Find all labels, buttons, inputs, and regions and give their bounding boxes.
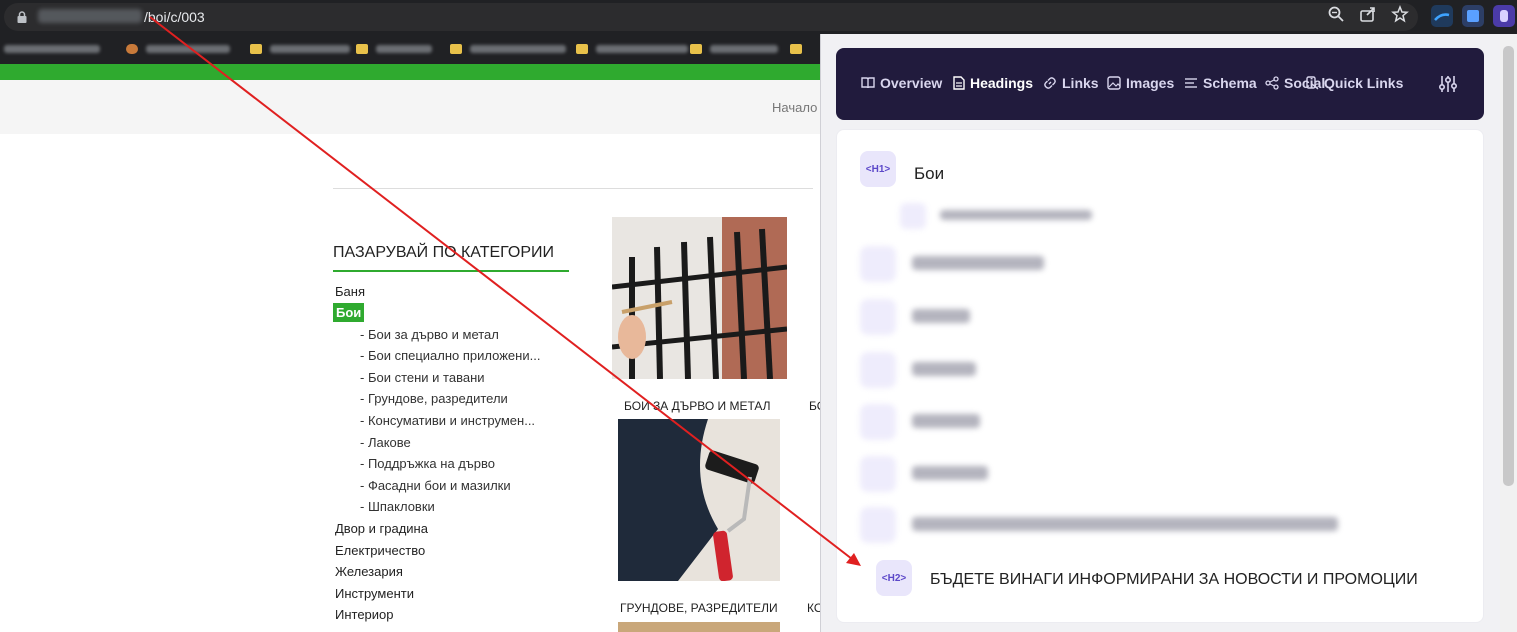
url-host-blurred xyxy=(38,9,142,23)
category-link[interactable]: Електричество xyxy=(335,543,425,558)
screen: /boi/c/003 Начало ПАЗАРУВАЙ ПО КАТЕГОРИИ… xyxy=(0,0,1517,632)
quick-links-icon xyxy=(1306,76,1319,90)
bookmark-item[interactable] xyxy=(576,43,688,55)
star-icon[interactable] xyxy=(1391,5,1409,23)
heading-tag-badge: <H2> xyxy=(876,560,912,596)
category-link[interactable]: Баня xyxy=(335,284,365,299)
category-link-active[interactable]: Бои xyxy=(333,303,365,322)
bookmark-item[interactable] xyxy=(126,43,230,55)
subcategory-link[interactable]: - Бои за дърво и метал xyxy=(360,327,499,342)
bookmark-item[interactable] xyxy=(356,43,432,55)
headings-list xyxy=(836,129,1484,623)
zoom-icon[interactable] xyxy=(1327,5,1345,23)
address-bar[interactable]: /boi/c/003 xyxy=(4,3,1418,31)
share-icon[interactable] xyxy=(1359,5,1377,23)
divider xyxy=(333,188,813,189)
subcategory-link[interactable]: - Бои специално приложени... xyxy=(360,348,540,363)
page-scrollbar-thumb[interactable] xyxy=(1503,46,1514,486)
link-icon xyxy=(1044,77,1056,89)
category-link[interactable]: Инструменти xyxy=(335,586,414,601)
bookmark-item[interactable] xyxy=(690,43,778,55)
browser-toolbar: /boi/c/003 xyxy=(0,0,1517,34)
site-nav-bar xyxy=(0,80,820,134)
settings-sliders-icon[interactable] xyxy=(1438,74,1458,94)
site-top-bar xyxy=(0,64,820,80)
extension-icon[interactable] xyxy=(1462,5,1484,27)
nav-link-home[interactable]: Начало xyxy=(772,100,817,115)
product-label[interactable]: ГРУНДОВЕ, РАЗРЕДИТЕЛИ xyxy=(620,601,778,615)
bookmark-item[interactable] xyxy=(250,43,350,55)
category-link[interactable]: Железария xyxy=(335,564,403,579)
heading-text[interactable]: БЪДЕТЕ ВИНАГИ ИНФОРМИРАНИ ЗА НОВОСТИ И П… xyxy=(930,571,1418,589)
bookmark-item[interactable] xyxy=(4,43,100,55)
product-image-wood[interactable] xyxy=(618,622,780,632)
subcategory-link[interactable]: - Шпакловки xyxy=(360,499,435,514)
tab-schema[interactable]: Schema xyxy=(1184,75,1257,91)
book-icon xyxy=(861,77,875,89)
extension-icon[interactable] xyxy=(1431,5,1453,27)
heading-tag-badge: <H1> xyxy=(860,151,896,187)
tab-quick-links[interactable]: Quick Links xyxy=(1306,75,1403,91)
subcategory-link[interactable]: - Бои стени и тавани xyxy=(360,370,485,385)
document-icon xyxy=(953,76,965,90)
product-image-fence[interactable] xyxy=(612,217,787,379)
bookmark-item[interactable] xyxy=(790,43,810,55)
product-image-roller[interactable] xyxy=(618,419,780,581)
tab-headings[interactable]: Headings xyxy=(953,75,1033,91)
share-nodes-icon xyxy=(1265,76,1279,90)
heading-text[interactable]: Бои xyxy=(914,164,944,184)
image-icon xyxy=(1107,76,1121,90)
category-link[interactable]: Двор и градина xyxy=(335,521,428,536)
url-path: /boi/c/003 xyxy=(144,9,205,25)
bookmarks-bar xyxy=(0,34,820,64)
subcategory-link[interactable]: - Грундове, разредители xyxy=(360,391,508,406)
product-label[interactable]: БОИ ЗА ДЪРВО И МЕТАЛ xyxy=(624,399,771,413)
schema-icon xyxy=(1185,78,1197,88)
categories-title: ПАЗАРУВАЙ ПО КАТЕГОРИИ xyxy=(333,244,555,261)
tab-links[interactable]: Links xyxy=(1043,75,1099,91)
extension-icon[interactable] xyxy=(1493,5,1515,27)
subcategory-link[interactable]: - Фасадни бои и мазилки xyxy=(360,478,511,493)
subcategory-link[interactable]: - Поддръжка на дърво xyxy=(360,456,495,471)
subcategory-link[interactable]: - Лакове xyxy=(360,435,411,450)
bookmark-item[interactable] xyxy=(450,43,566,55)
tab-overview[interactable]: Overview xyxy=(861,75,942,91)
subcategory-link[interactable]: - Консумативи и инструмен... xyxy=(360,413,535,428)
tab-images[interactable]: Images xyxy=(1107,75,1174,91)
seo-tabs-bar: Overview Headings Links Images Schema So… xyxy=(836,48,1484,120)
lock-icon xyxy=(17,11,27,23)
category-link[interactable]: Интериор xyxy=(335,607,394,622)
categories-underline xyxy=(333,270,569,272)
